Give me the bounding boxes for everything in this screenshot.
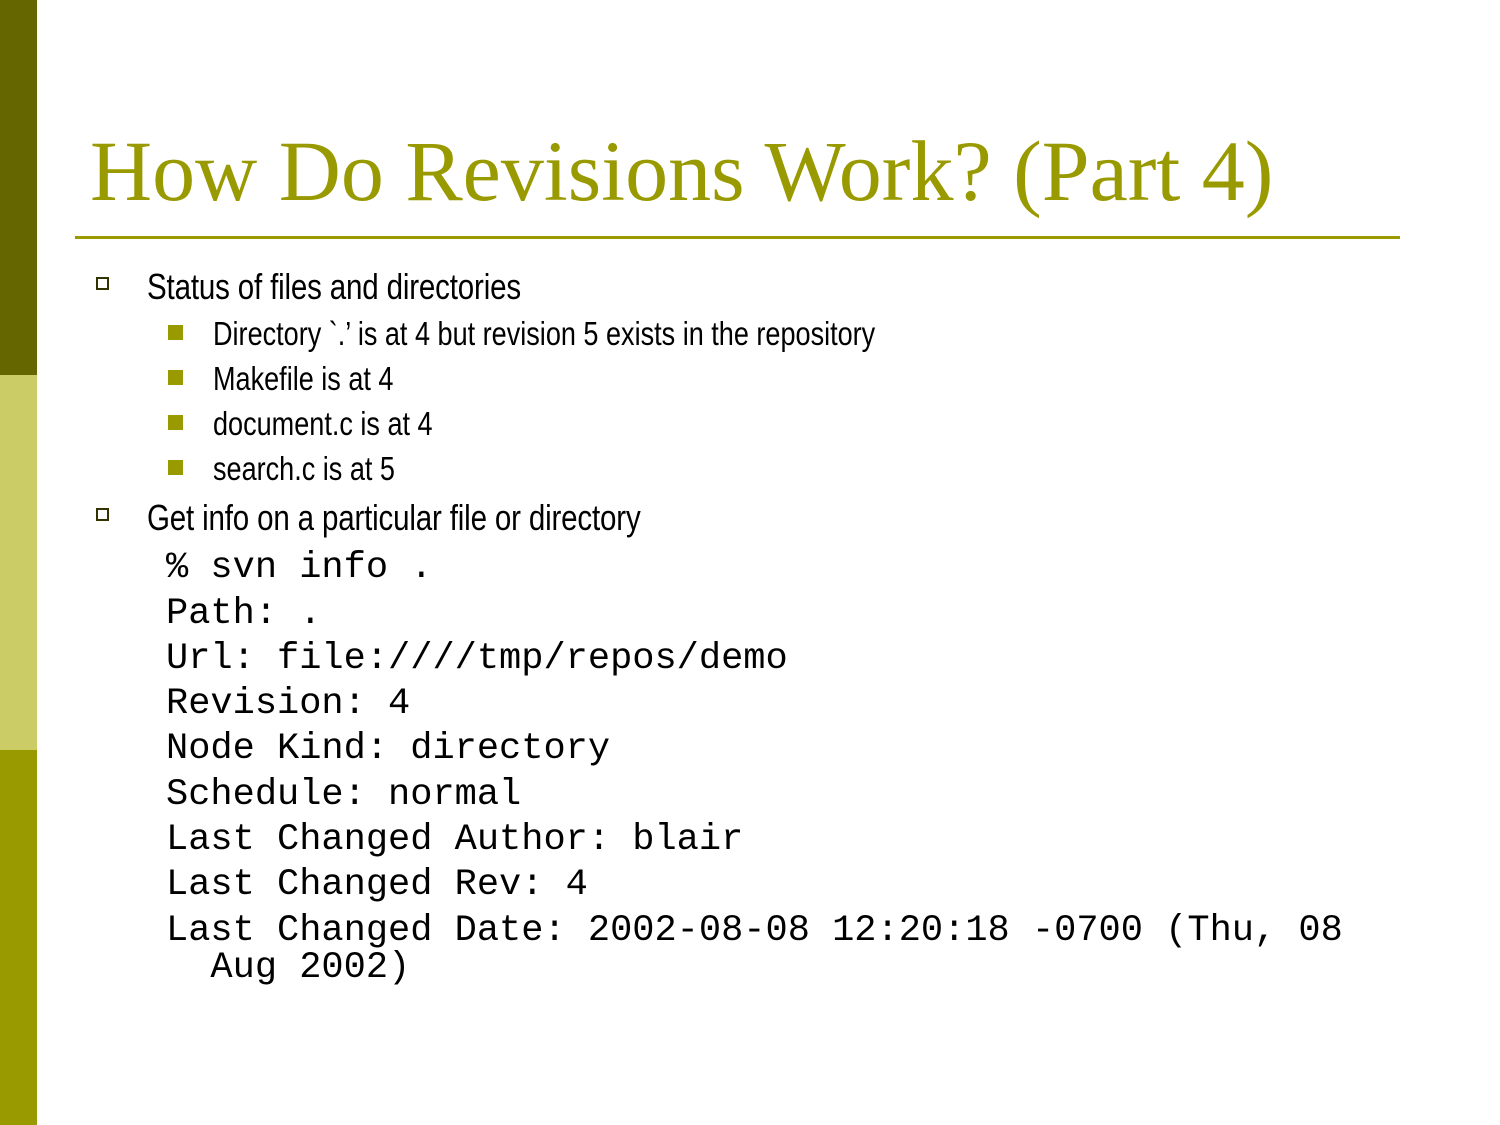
code-line: Revision: 4 [166, 683, 411, 725]
sub-bullet-search: search.c is at 5 [213, 450, 395, 487]
sub-bullet-makefile: Makefile is at 4 [213, 360, 394, 397]
sub-bullet-document: document.c is at 4 [213, 405, 433, 442]
square-bullet-icon [168, 415, 183, 430]
bullet-get-info: Get info on a particular file or directo… [147, 497, 641, 538]
code-line: Aug 2002) [166, 947, 411, 989]
sub-bullet-directory: Directory `.’ is at 4 but revision 5 exi… [213, 315, 876, 352]
square-bullet-icon [168, 325, 183, 340]
code-line: Path: . [166, 593, 322, 635]
code-line: Last Changed Date: 2002-08-08 12:20:18 -… [166, 910, 1343, 952]
slide-body: Status of files and directories Director… [0, 0, 1500, 1125]
code-line: Url: file:////tmp/repos/demo [166, 638, 788, 680]
hollow-square-bullet-icon [96, 277, 109, 290]
code-line: Last Changed Author: blair [166, 819, 744, 861]
bullet-status: Status of files and directories [147, 266, 521, 307]
hollow-square-bullet-icon [96, 508, 109, 521]
square-bullet-icon [168, 460, 183, 475]
code-line: Node Kind: directory [166, 728, 611, 770]
square-bullet-icon [168, 370, 183, 385]
code-line: Schedule: normal [166, 774, 522, 816]
code-line: % svn info . [166, 547, 433, 589]
code-line: Last Changed Rev: 4 [166, 864, 588, 906]
